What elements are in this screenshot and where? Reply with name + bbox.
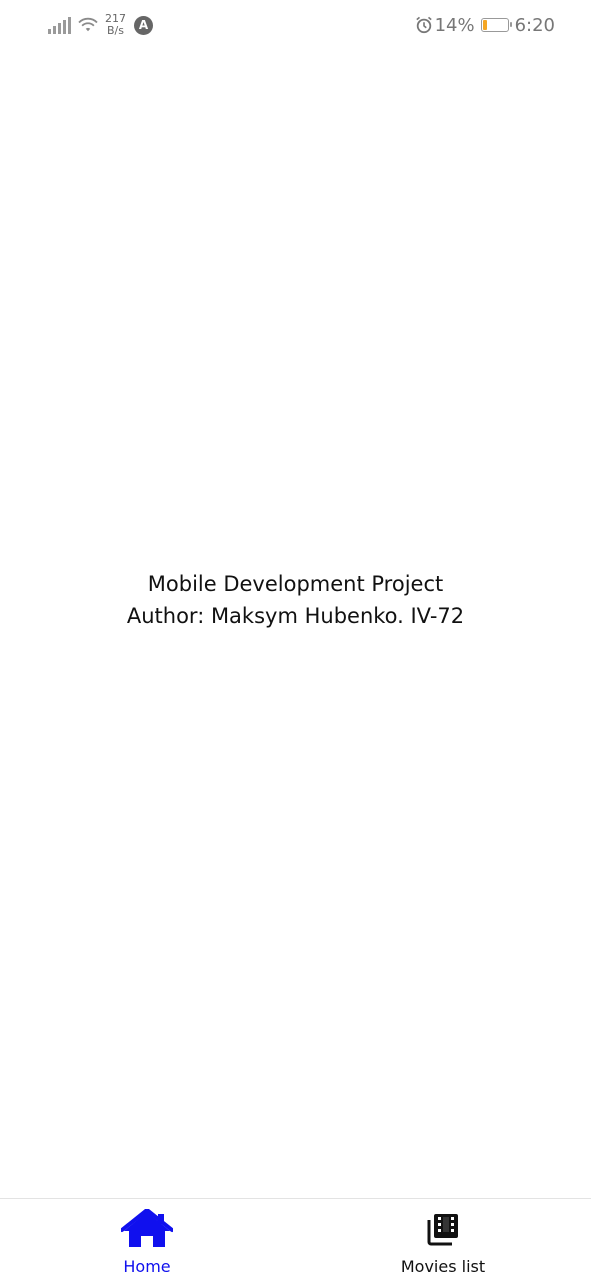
battery-percent: 14% <box>434 14 475 36</box>
tab-home-label: Home <box>123 1257 171 1276</box>
movie-library-icon <box>427 1214 458 1246</box>
status-right: 14% 6:20 <box>415 12 555 38</box>
project-info: Mobile Development Project Author: Maksy… <box>0 568 591 632</box>
status-left: 217 B/s A <box>48 10 153 40</box>
wifi-icon <box>78 17 98 32</box>
battery-level <box>482 20 487 30</box>
status-bar: 217 B/s A 14% 6:20 <box>0 0 591 50</box>
tab-home[interactable]: Home <box>47 1199 247 1281</box>
tab-movies-list-label: Movies list <box>400 1257 486 1276</box>
network-speed-unit: B/s <box>107 24 124 37</box>
author-line: Author: Maksym Hubenko. IV-72 <box>126 604 465 628</box>
tab-movies-list[interactable]: Movies list <box>343 1199 543 1281</box>
project-title: Mobile Development Project <box>147 572 444 596</box>
alarm-icon <box>415 16 432 34</box>
clock: 6:20 <box>514 14 555 36</box>
bottom-navigation: Home Movies list <box>0 1198 591 1281</box>
home-icon <box>121 1209 173 1247</box>
signal-icon <box>48 16 71 34</box>
app-notification-icon: A <box>134 15 153 35</box>
network-speed: 217 B/s <box>105 13 126 37</box>
home-screen: Mobile Development Project Author: Maksy… <box>0 50 591 1198</box>
battery-icon <box>480 18 512 32</box>
